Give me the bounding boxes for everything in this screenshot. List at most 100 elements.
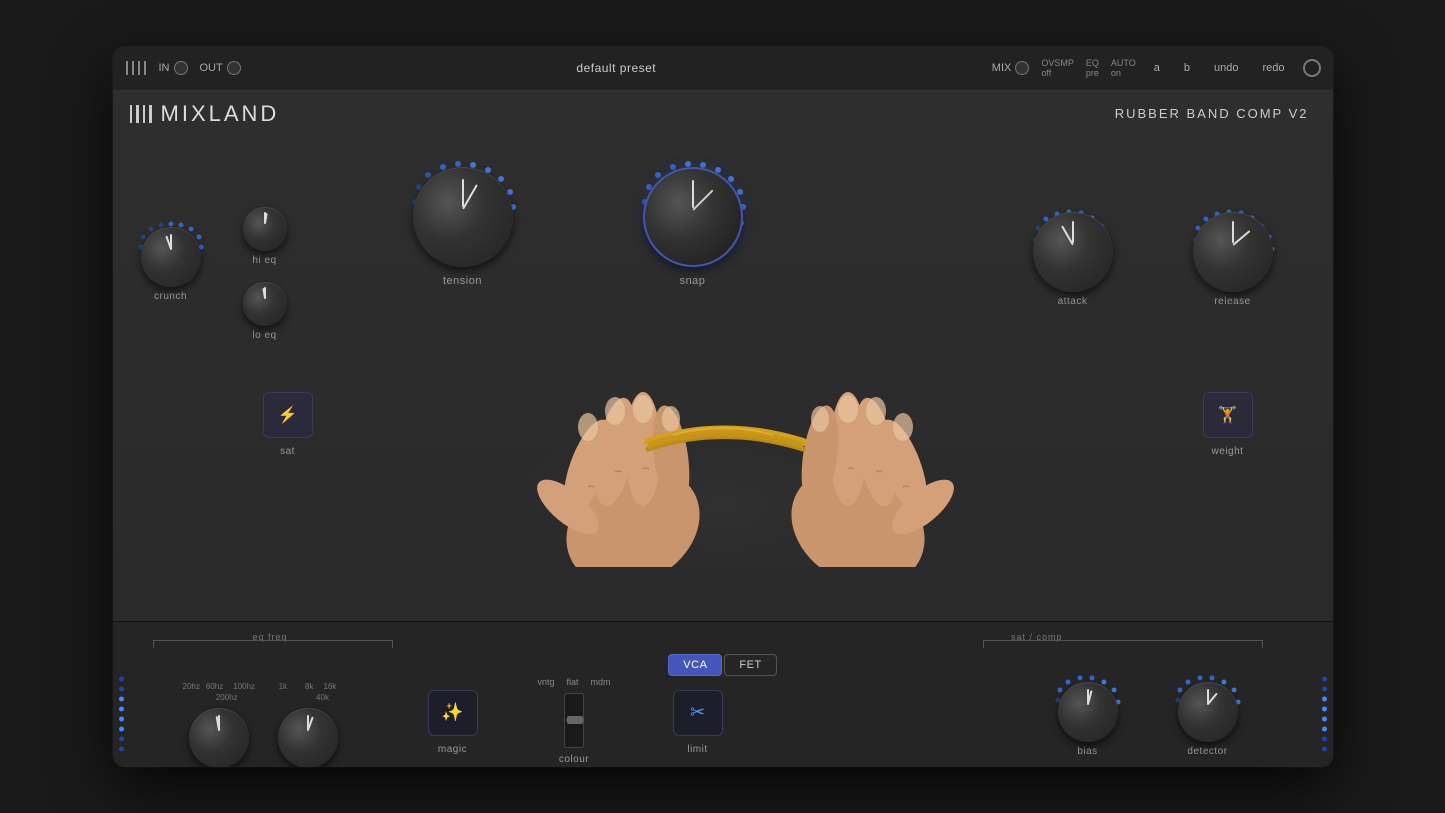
plugin-name: RUBBER BAND COMP V2	[1115, 106, 1309, 121]
top-bar: IN OUT default preset MIX OVSMP off EQ p…	[113, 47, 1333, 91]
in-label: IN	[159, 62, 170, 74]
hifreq-knob-wrap[interactable]	[278, 708, 338, 767]
colour-group: vntg flat mdm colour	[538, 677, 611, 765]
preset-display[interactable]: default preset	[253, 61, 980, 75]
vu-dot	[119, 677, 124, 682]
vu-dot	[1322, 707, 1327, 712]
bias-knob[interactable]	[1058, 682, 1118, 742]
lofreq-ticks2: 200hz	[200, 693, 238, 702]
weight-button[interactable]: 🏋	[1203, 392, 1253, 438]
loeq-knob[interactable]	[243, 282, 287, 326]
sat-label: sat	[280, 446, 295, 457]
colour-slider-thumb[interactable]	[567, 716, 583, 724]
mix-control[interactable]: MIX	[992, 61, 1030, 75]
hieq-knob[interactable]	[243, 207, 287, 251]
hifreq-ticks2: 40k	[286, 693, 329, 702]
ab-a-button[interactable]: a	[1148, 60, 1166, 76]
hifreq-group: 1k 8k 16k 40k hi freq	[278, 682, 338, 767]
fet-button[interactable]: FET	[724, 654, 776, 676]
limit-label: limit	[687, 744, 707, 755]
undo-button[interactable]: undo	[1208, 60, 1244, 76]
snap-knob-wrap[interactable]	[643, 167, 743, 267]
controls-wrapper: crunch hi eq lo eq ⚡ sat	[113, 127, 1333, 567]
magic-label: magic	[438, 744, 467, 755]
limit-group: ✂ limit	[673, 690, 723, 755]
vca-button[interactable]: VCA	[668, 654, 722, 676]
bias-group: bias	[1058, 682, 1118, 757]
auto-label: AUTO	[1111, 58, 1136, 68]
lofreq-group: 20hz 60hz 100hz 200hz lo freq	[183, 682, 256, 767]
tension-knob[interactable]	[413, 167, 513, 267]
limit-icon: ✂	[690, 702, 705, 723]
plugin-icon	[125, 61, 147, 75]
detector-knob-wrap[interactable]	[1178, 682, 1238, 742]
vu-dot	[119, 747, 124, 752]
rubber-band-illustration	[473, 287, 973, 567]
magic-button[interactable]: ✨	[428, 690, 478, 736]
release-group: release	[1193, 212, 1273, 307]
sat-button[interactable]: ⚡	[263, 392, 313, 438]
mode-buttons: VCA FET	[668, 654, 776, 676]
eq-control[interactable]: EQ pre	[1086, 58, 1099, 78]
crunch-knob[interactable]	[141, 227, 201, 287]
hieq-indicator	[264, 213, 268, 223]
ab-b-button[interactable]: b	[1178, 60, 1196, 76]
weight-label: weight	[1212, 446, 1244, 457]
lofreq-knob[interactable]	[189, 708, 249, 767]
mix-knob[interactable]	[1015, 61, 1029, 75]
tension-group: tension	[413, 167, 513, 287]
attack-knob-wrap[interactable]	[1033, 212, 1113, 292]
crunch-indicator	[165, 235, 172, 249]
bias-knob-wrap[interactable]	[1058, 682, 1118, 742]
vu-dot	[119, 737, 124, 742]
main-section: MIXLAND RUBBER BAND COMP V2	[113, 91, 1333, 621]
hifreq-indicator	[307, 716, 314, 730]
in-control[interactable]: IN	[159, 61, 188, 75]
colour-mdm: mdm	[591, 677, 611, 687]
bottom-controls-wrapper: eq freq 20hz 60hz 100hz 200hz lo freq	[133, 622, 1313, 767]
bias-indicator	[1087, 690, 1093, 704]
weight-group: 🏋 weight	[1203, 392, 1253, 457]
lofreq-indicator	[215, 716, 219, 730]
brand-logo: MIXLAND	[129, 101, 280, 127]
crunch-knob-wrap[interactable]	[141, 227, 201, 287]
release-knob[interactable]	[1193, 212, 1273, 292]
out-control[interactable]: OUT	[200, 61, 241, 75]
redo-button[interactable]: redo	[1256, 60, 1290, 76]
attack-knob[interactable]	[1033, 212, 1113, 292]
detector-group: detector	[1178, 682, 1238, 757]
colour-vntg: vntg	[538, 677, 555, 687]
vu-dot	[1322, 677, 1327, 682]
mode-selector: VCA FET	[133, 654, 1313, 684]
ovsmp-control[interactable]: OVSMP off	[1041, 58, 1074, 78]
vu-dot	[119, 697, 124, 702]
logo-row: MIXLAND RUBBER BAND COMP V2	[113, 91, 1333, 127]
detector-knob[interactable]	[1178, 682, 1238, 742]
limit-button[interactable]: ✂	[673, 690, 723, 736]
vu-meter-left	[119, 677, 124, 752]
vu-dot	[1322, 717, 1327, 722]
detector-indicator	[1207, 693, 1218, 705]
release-knob-wrap[interactable]	[1193, 212, 1273, 292]
settings-icon[interactable]	[1303, 59, 1321, 77]
hifreq-knob[interactable]	[278, 708, 338, 767]
vu-dot	[1322, 697, 1327, 702]
vu-dot	[119, 687, 124, 692]
auto-control[interactable]: AUTO on	[1111, 58, 1136, 78]
attack-group: attack	[1033, 212, 1113, 307]
out-knob[interactable]	[227, 61, 241, 75]
magic-icon: ✨	[441, 702, 463, 723]
loeq-label: lo eq	[252, 330, 276, 341]
lofreq-knob-wrap[interactable]	[189, 708, 249, 767]
colour-slider[interactable]	[564, 693, 584, 748]
snap-knob[interactable]	[643, 167, 743, 267]
out-label: OUT	[200, 62, 223, 74]
tension-knob-wrap[interactable]	[413, 167, 513, 267]
loeq-group: lo eq	[243, 282, 287, 341]
illustration	[473, 287, 973, 567]
in-knob[interactable]	[174, 61, 188, 75]
crunch-group: crunch	[141, 227, 201, 302]
magic-group: ✨ magic	[428, 690, 478, 755]
eq-label: EQ	[1086, 58, 1099, 68]
colour-label: colour	[559, 754, 589, 765]
